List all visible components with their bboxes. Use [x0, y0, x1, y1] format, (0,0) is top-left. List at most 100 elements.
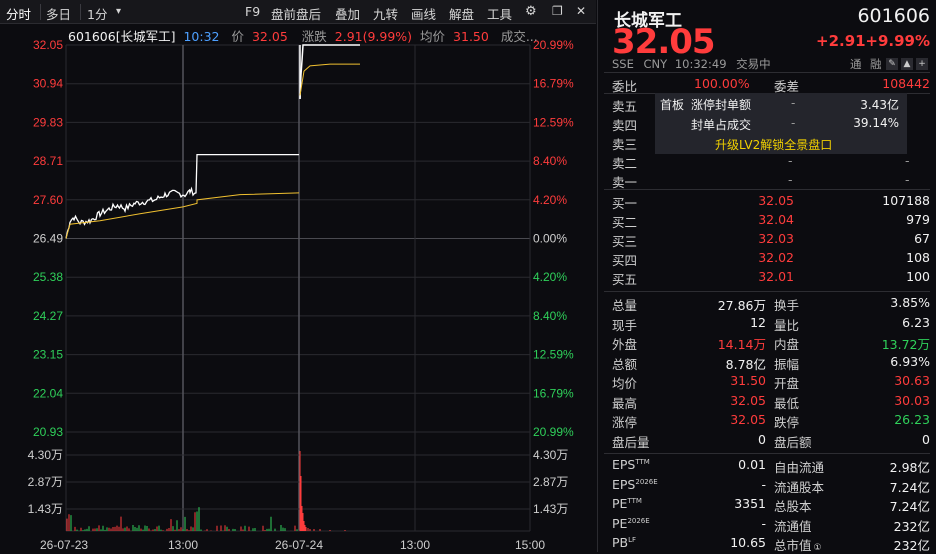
stat-label: 盘后额 [774, 434, 812, 450]
y-axis-pct-label: 12.59% [533, 115, 574, 129]
bid-price: 32.02 [758, 250, 794, 265]
stat-value: 0 [922, 431, 930, 447]
intraday-chart[interactable]: 32.05 20.99% 30.94 16.79% 29.83 12.59% 28.71 8.… [0, 24, 596, 552]
info-change-label: 涨跌 [301, 29, 327, 44]
currency: CNY [643, 57, 668, 71]
ask-label: 卖三 [612, 137, 638, 152]
fin-label: 流通值 [774, 518, 812, 534]
bid-price: 32.04 [758, 212, 794, 227]
fin-value: 3351 [734, 496, 766, 511]
tab-multi-day[interactable]: 多日 [46, 4, 71, 23]
menu-analysis[interactable]: 解盘 [449, 4, 474, 23]
ask-label: 卖四 [612, 118, 638, 133]
alert-icon[interactable]: ▲ [901, 58, 913, 70]
stat-label: 外盘 [612, 337, 638, 352]
y-axis-pct-label: 8.40% [533, 309, 567, 323]
fin-label: PE2026E [612, 515, 650, 531]
fin-value: 2.98亿 [889, 460, 930, 475]
fin-value: 232亿 [893, 538, 930, 553]
add-icon[interactable]: + [916, 58, 928, 70]
y-axis-pct-label: 20.99% [533, 38, 574, 52]
menu-nine-turn[interactable]: 九转 [373, 4, 398, 23]
x-axis-label: 13:00 [168, 538, 198, 552]
close-icon[interactable]: ✕ [576, 4, 586, 18]
stat-label: 开盘 [774, 376, 800, 391]
fin-value: 0.01 [738, 457, 766, 472]
quote-panel: 长城军工 601606 32.05 +2.91 +9.99% SSE CNY 1… [597, 0, 936, 553]
volume-axis-label: 2.87万 [533, 475, 568, 489]
stat-value: 27.86万 [717, 298, 766, 313]
fin-label: 流通股本 [774, 479, 825, 495]
menu-tools[interactable]: 工具 [487, 4, 512, 23]
y-axis-pct-label: 4.20% [533, 193, 567, 207]
popup-upgrade-link[interactable]: 升级LV2解锁全景盘口 [715, 136, 832, 153]
stat-label: 跌停 [774, 415, 800, 430]
stat-value: 14.14万 [717, 337, 766, 352]
trading-status: 交易中 [736, 57, 771, 71]
menu-draw-line[interactable]: 画线 [411, 4, 436, 23]
fin-label: 自由流通 [774, 460, 825, 475]
stat-value: 32.05 [730, 392, 766, 408]
bid-label: 买一 [612, 196, 638, 211]
tab-intraday[interactable]: 分时 [6, 4, 31, 23]
fin-label: EPS2026E [612, 476, 658, 492]
stat-value: 12 [750, 314, 766, 330]
stat-label: 涨停 [612, 415, 638, 430]
volume-axis-label: 1.43万 [533, 502, 568, 516]
volume-axis-label: 4.30万 [28, 448, 63, 462]
ask-volume: - [905, 172, 910, 187]
y-axis-label: 28.71 [33, 154, 63, 168]
bid-price: 32.01 [758, 269, 794, 284]
stat-value: 6.23 [902, 314, 930, 330]
stat-label: 最低 [774, 395, 800, 411]
y-axis-label: 25.38 [33, 270, 63, 284]
info-volume-label: 成交... [500, 29, 538, 44]
chart-toolbar: 分时 多日 1分 ▾ F9 盘前盘后 叠加 九转 画线 解盘 工具 ⚙ ❐ ✕ [0, 0, 596, 24]
intraday-chart-svg[interactable]: 32.05 20.99% 30.94 16.79% 29.83 12.59% 28.71 8.… [0, 24, 596, 552]
limit-up-popup: 首板 涨停封单额 - 3.43亿 封单占成交 - 39.14% 升级LV2解锁全… [655, 93, 907, 154]
ask-label: 卖一 [612, 175, 638, 190]
y-axis-pct-label: 0.00% [533, 232, 567, 246]
volume-axis-label: 4.30万 [533, 448, 568, 462]
gear-icon[interactable]: ⚙ [525, 4, 537, 19]
ask-volume: - [905, 153, 910, 168]
stat-label: 总量 [612, 298, 638, 313]
stat-label: 盘后量 [612, 434, 650, 450]
info-avg-label: 均价 [420, 29, 446, 44]
quote-time: 10:32:49 [674, 57, 727, 71]
edit-icon[interactable]: ✎ [886, 58, 898, 70]
fin-label-superscript: TTM [627, 496, 642, 505]
stat-value: 32.05 [730, 412, 766, 427]
stat-value: 26.23 [894, 412, 930, 427]
popup-row2-mid: - [791, 116, 796, 130]
stat-value: 31.50 [730, 373, 766, 388]
tab-period-1min[interactable]: 1分 [87, 4, 107, 23]
fin-label: PBLF [612, 535, 637, 550]
popup-row1-mid: - [791, 96, 796, 110]
stat-label: 总额 [612, 356, 638, 372]
y-axis-label: 30.94 [33, 77, 63, 91]
exchange: SSE [612, 57, 634, 71]
y-axis-pct-label: 12.59% [533, 348, 574, 362]
bid-label: 买四 [612, 253, 638, 268]
y-axis-label: 22.04 [33, 386, 63, 400]
fin-value: - [761, 515, 766, 531]
x-axis-label: 13:00 [400, 538, 430, 552]
menu-pre-post-market[interactable]: 盘前盘后 [271, 4, 321, 23]
menu-f9[interactable]: F9 [245, 4, 260, 19]
bid-volume: 979 [906, 212, 930, 227]
order-diff-value: 108442 [882, 76, 930, 91]
menu-overlay[interactable]: 叠加 [335, 4, 360, 23]
y-axis-pct-label: 20.99% [533, 425, 574, 439]
stat-value: 30.63 [894, 373, 930, 388]
stat-value: 0 [758, 431, 766, 447]
bid-volume: 108 [906, 250, 930, 265]
y-axis-label: 20.93 [33, 425, 63, 439]
period-dropdown-icon[interactable]: ▾ [116, 6, 121, 17]
restore-window-icon[interactable]: ❐ [552, 4, 563, 18]
info-avg: 31.50 [453, 29, 489, 44]
y-axis-label: 32.05 [33, 38, 63, 52]
stat-value: 8.78亿 [725, 356, 766, 372]
rong-badge: 融 [870, 57, 882, 71]
y-axis-label: 23.15 [33, 348, 63, 362]
